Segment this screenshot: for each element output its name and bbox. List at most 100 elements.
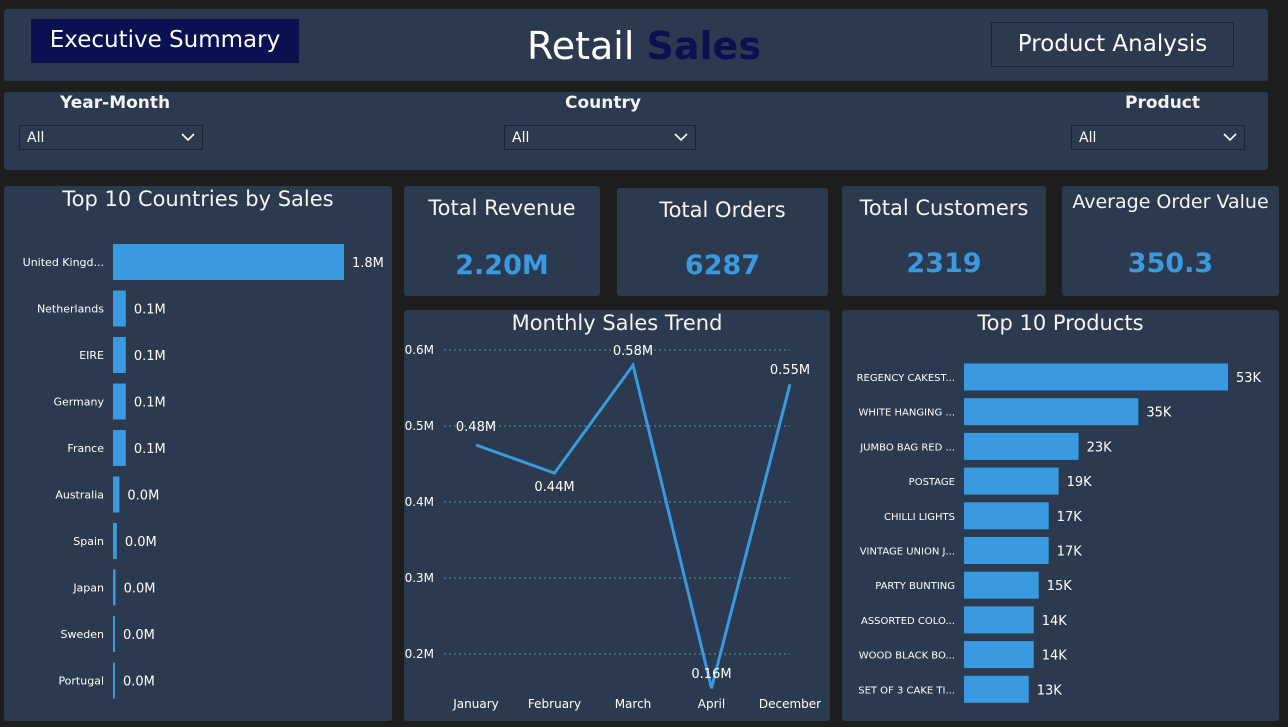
category-label: Germany (53, 396, 104, 409)
category-label: SET OF 3 CAKE TI... (858, 685, 955, 696)
x-tick-label: March (615, 697, 652, 711)
filter-label-country: Country (565, 93, 641, 113)
bar[interactable] (964, 398, 1139, 426)
product-analysis-button[interactable]: Product Analysis (991, 22, 1234, 67)
bar[interactable] (113, 476, 120, 513)
category-label: France (67, 442, 104, 455)
data-label: 23K (1087, 440, 1113, 455)
bar[interactable] (964, 467, 1059, 495)
bar[interactable] (964, 432, 1079, 460)
data-label: 19K (1067, 475, 1093, 490)
category-label: POSTAGE (909, 477, 955, 488)
country-value: All (512, 130, 530, 146)
y-tick-label: 0.5M (405, 419, 434, 433)
x-tick-label: December (759, 697, 821, 711)
bar[interactable] (113, 616, 115, 652)
data-label: 0.0M (127, 489, 159, 504)
data-label: 35K (1146, 406, 1172, 421)
bar[interactable] (964, 675, 1029, 703)
product-value: All (1079, 130, 1097, 146)
category-label: Portugal (58, 675, 104, 688)
category-label: CHILLI LIGHTS (884, 512, 955, 523)
sales-line[interactable] (475, 361, 792, 689)
monthly-trend-panel: Monthly Sales Trend 0.2M 0.3M 0.4M 0.5M 0.6M… (404, 310, 830, 721)
data-label: 15K (1047, 579, 1073, 594)
data-label: 0.58M (613, 344, 653, 359)
bar[interactable] (964, 641, 1034, 669)
bar[interactable] (964, 363, 1228, 391)
data-label: 14K (1042, 614, 1068, 629)
year-month-dropdown[interactable]: All (19, 125, 203, 150)
data-label: 0.1M (134, 442, 166, 457)
products-bar-chart: REGENCY CAKEST... 53K WHITE HANGING ... 35K… (857, 363, 1262, 703)
products-chart-panel: Top 10 Products REGENCY CAKEST... 53K WHIT… (842, 310, 1279, 721)
product-dropdown[interactable]: All (1071, 125, 1245, 150)
title-sales: Sales (646, 24, 761, 68)
bar[interactable] (113, 290, 126, 327)
bar[interactable] (964, 502, 1049, 530)
bar[interactable] (113, 430, 126, 466)
category-label: WOOD BLACK BO... (859, 651, 955, 662)
data-label: 0.44M (534, 480, 574, 495)
data-label: 13K (1037, 683, 1063, 698)
bar[interactable] (113, 662, 115, 699)
filter-label-product: Product (1125, 93, 1200, 113)
data-label: 0.1M (134, 396, 166, 411)
data-label: 0.16M (691, 667, 731, 682)
bar[interactable] (113, 569, 116, 606)
category-label: PARTY BUNTING (875, 581, 955, 592)
kpi-card-average-order-value: Average Order Value 350.3 (1062, 186, 1279, 296)
data-label: 0.1M (134, 303, 166, 318)
category-label: WHITE HANGING ... (859, 408, 955, 419)
kpi-value: 350.3 (1127, 248, 1214, 279)
kpi-card-total-orders: Total Orders 6287 (617, 188, 828, 296)
bar[interactable] (113, 523, 117, 559)
data-label: 0.0M (124, 582, 156, 597)
bar[interactable] (113, 337, 126, 373)
bar[interactable] (113, 383, 126, 420)
category-label: Netherlands (37, 303, 104, 316)
bar[interactable] (964, 571, 1039, 599)
monthly-trend-line-chart: 0.2M 0.3M 0.4M 0.5M 0.6M 0.48M January 0.44M Feb… (405, 343, 822, 711)
data-label: 53K (1236, 371, 1262, 386)
kpi-label: Total Revenue (428, 196, 576, 220)
data-label: 17K (1057, 545, 1083, 560)
y-tick-label: 0.2M (405, 647, 434, 661)
kpi-label: Average Order Value (1072, 191, 1269, 213)
category-label: Japan (72, 582, 104, 595)
bar[interactable] (964, 537, 1049, 564)
kpi-value: 6287 (684, 250, 761, 281)
data-label: 0.0M (123, 675, 155, 690)
data-label: 14K (1042, 649, 1068, 664)
filter-label-year-month: Year-Month (60, 93, 171, 113)
kpi-label: Total Customers (859, 196, 1029, 220)
kpi-card-total-revenue: Total Revenue 2.20M (404, 186, 600, 296)
kpi-card-total-customers: Total Customers 2319 (842, 186, 1046, 296)
category-label: VINTAGE UNION J... (860, 547, 955, 558)
category-label: Australia (55, 489, 104, 502)
category-label: EIRE (79, 349, 104, 362)
x-tick-label: January (452, 697, 499, 711)
data-label: 0.0M (125, 535, 157, 550)
bar[interactable] (113, 244, 344, 280)
data-label: 0.55M (770, 363, 810, 378)
kpi-value: 2.20M (455, 250, 549, 281)
chevron-down-icon (1223, 133, 1237, 142)
year-month-value: All (27, 130, 45, 146)
data-label: 17K (1057, 510, 1083, 525)
chevron-down-icon (674, 133, 688, 142)
countries-chart-panel: Top 10 Countries by Sales United Kingd..… (4, 186, 392, 721)
category-label: ASSORTED COLO... (861, 616, 955, 627)
data-label: 1.8M (352, 256, 384, 271)
y-tick-label: 0.6M (405, 343, 434, 357)
kpi-label: Total Orders (659, 198, 786, 222)
bar[interactable] (964, 606, 1034, 634)
x-tick-label: April (698, 697, 725, 711)
country-dropdown[interactable]: All (504, 125, 696, 150)
category-label: United Kingd... (23, 256, 104, 269)
countries-bar-chart: United Kingd... 1.8M Netherlands 0.1M EIRE 0.… (23, 244, 384, 699)
category-label: Sweden (61, 628, 104, 641)
title-retail: Retail (527, 24, 635, 68)
y-tick-label: 0.3M (405, 571, 434, 585)
x-tick-label: February (528, 697, 581, 711)
